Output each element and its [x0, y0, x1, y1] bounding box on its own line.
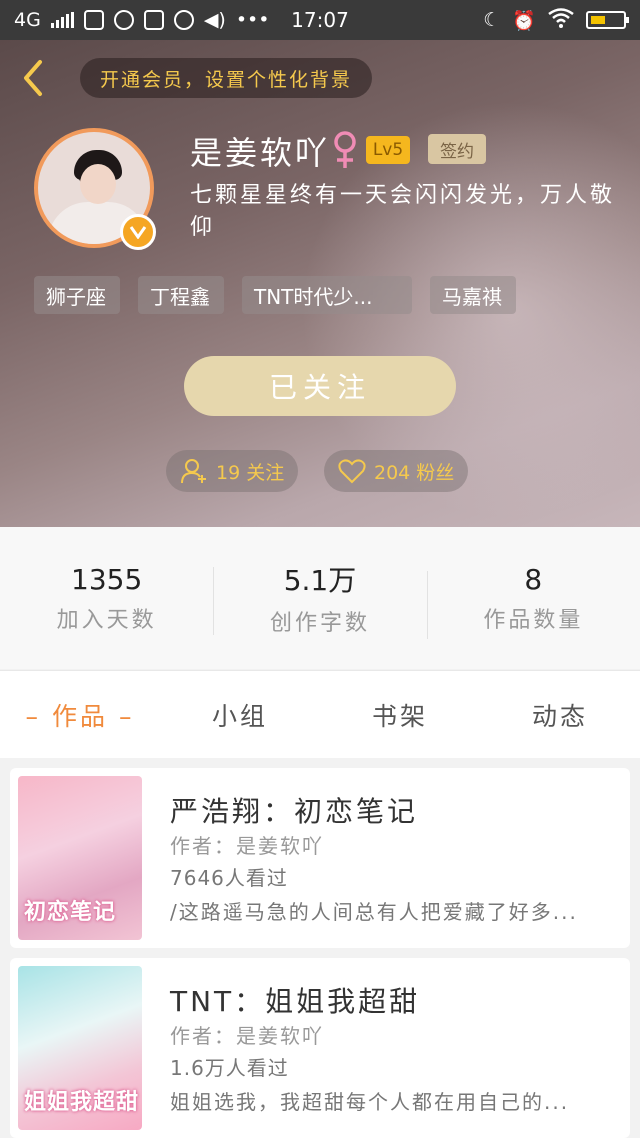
- avatar[interactable]: [34, 128, 156, 250]
- network-label: 4G: [14, 9, 41, 31]
- stat-value: 1355: [71, 562, 143, 596]
- status-time: 17:07: [291, 8, 349, 32]
- cover-title: 姐姐我超甜: [24, 1090, 140, 1115]
- stat-value: 8: [524, 562, 543, 596]
- stat-word-count: 5.1万 创作字数: [213, 559, 426, 637]
- stat-value: 5.1万: [283, 564, 357, 597]
- tag-item[interactable]: TNT时代少...: [242, 276, 412, 314]
- user-add-icon: [181, 459, 206, 484]
- work-cover[interactable]: 姐姐我超甜: [18, 966, 142, 1130]
- user-name: 是姜软吖: [190, 134, 331, 172]
- female-gender-icon: [332, 130, 358, 174]
- signed-badge: 签约: [428, 134, 486, 164]
- tab-activity[interactable]: 动态: [480, 697, 640, 733]
- work-title[interactable]: 严浩翔：初恋笔记: [170, 790, 418, 830]
- stat-join-days: 1355 加入天数: [0, 563, 213, 634]
- wifi-icon: [548, 7, 574, 33]
- work-views: 1.6万人看过: [170, 1056, 289, 1080]
- profile-tabs: – 作品 – 小组 书架 动态: [0, 670, 640, 758]
- chevron-left-icon: [24, 60, 42, 96]
- following-count: 19 关注: [216, 461, 285, 484]
- stat-label: 作品数量: [483, 607, 584, 633]
- work-author: 作者：是姜软吖: [170, 834, 324, 858]
- tab-bookshelf[interactable]: 书架: [320, 697, 480, 733]
- work-excerpt: /这路遥马急的人间总有人把爱藏了好多...: [170, 900, 578, 924]
- work-author: 作者：是姜软吖: [170, 1024, 324, 1048]
- tag-item[interactable]: 狮子座: [34, 276, 120, 314]
- tag-item[interactable]: 丁程鑫: [138, 276, 224, 314]
- status-left: 4G ◀) •••: [14, 9, 269, 31]
- verified-badge-icon: [120, 214, 156, 250]
- status-bar: 4G ◀) ••• 17:07 ☾ ⏰: [0, 0, 640, 40]
- stats-row: 1355 加入天数 5.1万 创作字数 8 作品数量: [0, 527, 640, 669]
- work-title[interactable]: TNT：姐姐我超甜: [170, 980, 420, 1020]
- level-badge: Lv5: [366, 136, 410, 164]
- tab-works[interactable]: – 作品 –: [0, 697, 160, 733]
- app-notification-icon: [83, 10, 104, 30]
- work-excerpt: 姐姐选我，我超甜每个人都在用自己的...: [170, 1090, 570, 1114]
- moon-icon: ☾: [483, 9, 501, 31]
- battery-icon: [586, 11, 629, 29]
- stat-works-count: 8 作品数量: [426, 562, 640, 639]
- work-cover[interactable]: 初恋笔记: [18, 776, 142, 940]
- stat-label: 加入天数: [56, 607, 157, 633]
- profile-header: 开通会员，设置个性化背景 是姜软吖 Lv5 签约 七颗星星终有一天会闪闪发光，万…: [0, 40, 640, 527]
- status-right: ☾ ⏰: [483, 7, 629, 33]
- more-dots-icon: •••: [235, 9, 270, 31]
- fans-count: 204 粉丝: [374, 461, 455, 484]
- following-button[interactable]: 19 关注: [166, 450, 299, 492]
- alarm-icon: ⏰: [512, 9, 536, 32]
- follow-button[interactable]: 已关注: [184, 356, 456, 416]
- back-button[interactable]: [16, 58, 50, 98]
- work-views: 7646人看过: [170, 866, 288, 890]
- user-bio: 七颗星星终有一天会闪闪发光，万人敬仰: [190, 183, 616, 240]
- work-card[interactable]: 姐姐我超甜 TNT：姐姐我超甜 作者：是姜软吖 1.6万人看过 姐姐选我，我超甜…: [10, 958, 630, 1138]
- cover-title: 初恋笔记: [24, 900, 117, 925]
- tag-item[interactable]: 马嘉祺: [430, 276, 516, 314]
- vip-banner[interactable]: 开通会员，设置个性化背景: [80, 58, 373, 98]
- payment-icon: [143, 10, 164, 30]
- work-card[interactable]: 初恋笔记 严浩翔：初恋笔记 作者：是姜软吖 7646人看过 /这路遥马急的人间总…: [10, 768, 630, 948]
- heart-icon: [338, 459, 366, 484]
- signal-icon: [50, 12, 74, 28]
- volume-icon: ◀): [203, 9, 226, 31]
- tab-groups[interactable]: 小组: [160, 697, 320, 733]
- message-icon: [173, 10, 194, 30]
- wechat-icon: [113, 10, 134, 30]
- fans-button[interactable]: 204 粉丝: [324, 450, 469, 492]
- stat-label: 创作字数: [269, 611, 370, 636]
